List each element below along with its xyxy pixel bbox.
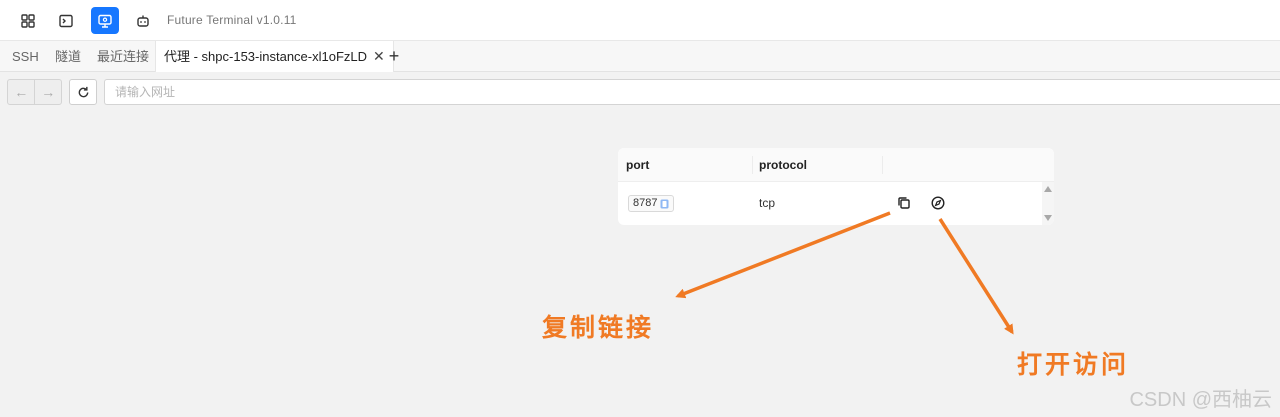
open-annotation-arrow — [938, 218, 1014, 335]
open-compass-icon[interactable] — [930, 195, 946, 211]
add-tab-button[interactable]: + — [384, 46, 404, 66]
protocol-value: tcp — [759, 196, 776, 210]
monitor-button[interactable] — [91, 7, 119, 34]
robot-button[interactable] — [129, 7, 157, 34]
app-title: Future Terminal v1.0.11 — [167, 13, 297, 27]
port-value: 8787 — [633, 197, 658, 209]
close-icon[interactable]: ✕ — [373, 41, 385, 72]
grid-icon — [21, 13, 35, 28]
tab-ssh[interactable]: SSH — [12, 41, 39, 72]
watermark: CSDN @西柚云 — [1129, 389, 1272, 411]
column-divider — [752, 156, 753, 174]
table-scrollbar[interactable] — [1042, 182, 1054, 225]
tab-bar: SSH 隧道 最近连接 代理 - shpc-153-instance-xl1oF… — [0, 41, 1280, 72]
column-header-protocol: protocol — [759, 158, 807, 172]
tab-proxy[interactable]: 代理 - shpc-153-instance-xl1oFzLD ✕ — [155, 41, 394, 72]
url-input[interactable] — [104, 79, 1280, 105]
grid-button[interactable] — [14, 7, 42, 34]
column-divider — [882, 156, 883, 174]
copy-annotation-arrow — [675, 211, 891, 299]
copy-link-annotation: 复制链接 — [542, 313, 655, 342]
browser-toolbar: ← → — [0, 72, 1280, 112]
forward-button[interactable]: → — [34, 80, 61, 104]
terminal-icon — [59, 14, 73, 27]
column-header-port: port — [626, 158, 650, 172]
table-header: port protocol — [618, 148, 1054, 182]
arrow-left-icon: ← — [14, 84, 29, 100]
robot-icon — [137, 15, 149, 27]
app-window: Future Terminal v1.0.11 SSH 隧道 最近连接 代理 -… — [0, 0, 1280, 417]
nav-button-group: ← → — [7, 79, 62, 105]
tab-tunnel[interactable]: 隧道 — [55, 41, 81, 72]
reload-button[interactable] — [69, 79, 97, 105]
open-access-annotation: 打开访问 — [1017, 350, 1130, 379]
port-table: port protocol 8787 tcp — [618, 148, 1054, 225]
scroll-down-icon[interactable] — [1044, 215, 1052, 221]
terminal-button[interactable] — [52, 7, 80, 34]
port-copy-icon[interactable] — [660, 199, 669, 209]
title-bar: Future Terminal v1.0.11 — [0, 0, 1280, 41]
table-row: 8787 tcp — [618, 182, 1042, 225]
tab-recent-connections[interactable]: 最近连接 — [97, 41, 149, 72]
copy-link-icon[interactable] — [896, 195, 912, 211]
back-button[interactable]: ← — [8, 80, 34, 104]
scroll-up-icon[interactable] — [1044, 186, 1052, 192]
arrow-right-icon: → — [41, 84, 56, 100]
port-tag[interactable]: 8787 — [628, 195, 675, 212]
monitor-icon — [98, 14, 112, 28]
reload-icon — [78, 86, 88, 97]
tab-proxy-label: 代理 - shpc-153-instance-xl1oFzLD — [164, 49, 368, 64]
